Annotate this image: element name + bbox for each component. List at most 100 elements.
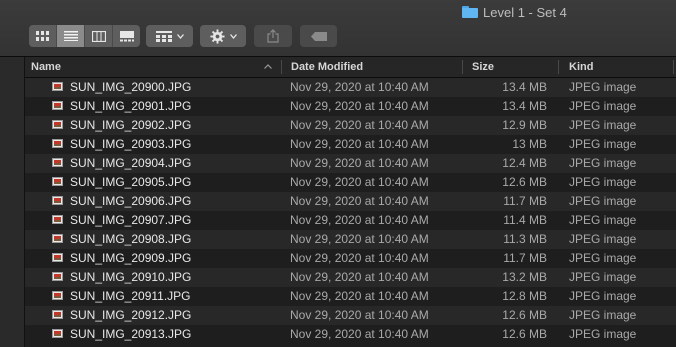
table-row[interactable]: SUN_IMG_20908.JPG Nov 29, 2020 at 10:40 A… — [25, 230, 676, 249]
list-view-button[interactable] — [57, 25, 85, 47]
file-name: SUN_IMG_20907.JPG — [70, 213, 192, 227]
file-name: SUN_IMG_20905.JPG — [70, 175, 192, 189]
file-name: SUN_IMG_20901.JPG — [70, 99, 192, 113]
file-name: SUN_IMG_20900.JPG — [70, 80, 192, 94]
column-divider[interactable] — [462, 60, 463, 74]
tag-button[interactable] — [300, 25, 337, 47]
name-column-label: Name — [31, 61, 61, 73]
file-kind: JPEG image — [569, 289, 637, 303]
file-date-modified: Nov 29, 2020 at 10:40 AM — [290, 213, 429, 227]
column-divider[interactable] — [558, 60, 559, 74]
file-name: SUN_IMG_20904.JPG — [70, 156, 192, 170]
image-file-icon — [52, 329, 63, 338]
file-kind: JPEG image — [569, 251, 637, 265]
file-name: SUN_IMG_20913.JPG — [70, 327, 192, 341]
sidebar-edge — [0, 57, 25, 347]
group-by-button[interactable] — [146, 25, 193, 47]
table-row[interactable]: SUN_IMG_20905.JPG Nov 29, 2020 at 10:40 A… — [25, 173, 676, 192]
table-row[interactable]: SUN_IMG_20907.JPG Nov 29, 2020 at 10:40 A… — [25, 211, 676, 230]
size-column-header[interactable]: Size — [472, 57, 552, 77]
icon-view-button[interactable] — [29, 25, 57, 47]
chevron-down-icon — [229, 33, 237, 39]
gear-icon — [209, 28, 225, 44]
file-kind: JPEG image — [569, 137, 637, 151]
file-name: SUN_IMG_20903.JPG — [70, 137, 192, 151]
icon-view-icon — [36, 30, 49, 41]
image-file-icon — [52, 120, 63, 129]
image-file-icon — [52, 101, 63, 110]
folder-icon — [462, 6, 478, 18]
file-name: SUN_IMG_20902.JPG — [70, 118, 192, 132]
table-row[interactable]: SUN_IMG_20901.JPG Nov 29, 2020 at 10:40 A… — [25, 97, 676, 116]
column-divider[interactable] — [281, 60, 282, 74]
table-row[interactable]: SUN_IMG_20913.JPG Nov 29, 2020 at 10:40 A… — [25, 325, 676, 344]
file-date-modified: Nov 29, 2020 at 10:40 AM — [290, 137, 429, 151]
image-file-icon — [52, 291, 63, 300]
group-grid-icon — [155, 30, 172, 42]
image-file-icon — [52, 234, 63, 243]
file-size: 13.4 MB — [502, 80, 547, 94]
file-name: SUN_IMG_20909.JPG — [70, 251, 192, 265]
file-date-modified: Nov 29, 2020 at 10:40 AM — [290, 289, 429, 303]
table-row[interactable]: SUN_IMG_20910.JPG Nov 29, 2020 at 10:40 A… — [25, 268, 676, 287]
table-row[interactable]: SUN_IMG_20900.JPG Nov 29, 2020 at 10:40 A… — [25, 78, 676, 97]
file-name: SUN_IMG_20906.JPG — [70, 194, 192, 208]
table-row[interactable]: SUN_IMG_20906.JPG Nov 29, 2020 at 10:40 A… — [25, 192, 676, 211]
file-kind: JPEG image — [569, 194, 637, 208]
table-row[interactable]: SUN_IMG_20904.JPG Nov 29, 2020 at 10:40 A… — [25, 154, 676, 173]
share-button[interactable] — [254, 25, 292, 47]
view-mode-segmented-control — [29, 25, 140, 47]
tag-icon — [310, 31, 327, 41]
file-name: SUN_IMG_20911.JPG — [70, 289, 191, 303]
file-kind: JPEG image — [569, 175, 637, 189]
file-date-modified: Nov 29, 2020 at 10:40 AM — [290, 327, 429, 341]
file-size: 13 MB — [512, 137, 547, 151]
column-divider[interactable] — [673, 60, 674, 74]
share-icon — [267, 29, 279, 43]
image-file-icon — [52, 215, 63, 224]
gallery-view-button[interactable] — [113, 25, 140, 47]
column-view-button[interactable] — [85, 25, 113, 47]
kind-column-header[interactable]: Kind — [569, 57, 669, 77]
chevron-up-icon[interactable] — [264, 64, 272, 69]
file-date-modified: Nov 29, 2020 at 10:40 AM — [290, 308, 429, 322]
file-date-modified: Nov 29, 2020 at 10:40 AM — [290, 232, 429, 246]
file-kind: JPEG image — [569, 99, 637, 113]
action-menu-button[interactable] — [200, 25, 246, 47]
table-row[interactable]: SUN_IMG_20902.JPG Nov 29, 2020 at 10:40 A… — [25, 116, 676, 135]
date-column-header[interactable]: Date Modified — [291, 57, 461, 77]
toolbar: Level 1 - Set 4 — [0, 0, 676, 57]
file-name: SUN_IMG_20912.JPG — [70, 308, 192, 322]
file-date-modified: Nov 29, 2020 at 10:40 AM — [290, 80, 429, 94]
file-name: SUN_IMG_20908.JPG — [70, 232, 192, 246]
file-size: 12.9 MB — [502, 118, 547, 132]
name-column-header[interactable]: Name — [31, 57, 261, 77]
file-name: SUN_IMG_20910.JPG — [70, 270, 192, 284]
table-row[interactable]: SUN_IMG_20912.JPG Nov 29, 2020 at 10:40 A… — [25, 306, 676, 325]
list-view-icon — [63, 31, 78, 41]
file-size: 11.4 MB — [503, 213, 547, 227]
date-column-label: Date Modified — [291, 61, 364, 73]
table-row[interactable]: SUN_IMG_20909.JPG Nov 29, 2020 at 10:40 A… — [25, 249, 676, 268]
file-date-modified: Nov 29, 2020 at 10:40 AM — [290, 270, 429, 284]
file-kind: JPEG image — [569, 80, 637, 94]
column-view-icon — [91, 30, 106, 42]
file-kind: JPEG image — [569, 118, 637, 132]
file-date-modified: Nov 29, 2020 at 10:40 AM — [290, 156, 429, 170]
image-file-icon — [52, 139, 63, 148]
image-file-icon — [52, 272, 63, 281]
image-file-icon — [52, 158, 63, 167]
file-date-modified: Nov 29, 2020 at 10:40 AM — [290, 118, 429, 132]
file-kind: JPEG image — [569, 232, 637, 246]
kind-column-label: Kind — [569, 61, 594, 73]
file-size: 11.7 MB — [503, 194, 547, 208]
table-row[interactable]: SUN_IMG_20903.JPG Nov 29, 2020 at 10:40 A… — [25, 135, 676, 154]
file-size: 12.4 MB — [502, 156, 547, 170]
file-kind: JPEG image — [569, 308, 637, 322]
file-kind: JPEG image — [569, 270, 637, 284]
image-file-icon — [52, 196, 63, 205]
file-size: 12.6 MB — [502, 175, 547, 189]
table-row[interactable]: SUN_IMG_20911.JPG Nov 29, 2020 at 10:40 A… — [25, 287, 676, 306]
file-date-modified: Nov 29, 2020 at 10:40 AM — [290, 99, 429, 113]
file-kind: JPEG image — [569, 213, 637, 227]
